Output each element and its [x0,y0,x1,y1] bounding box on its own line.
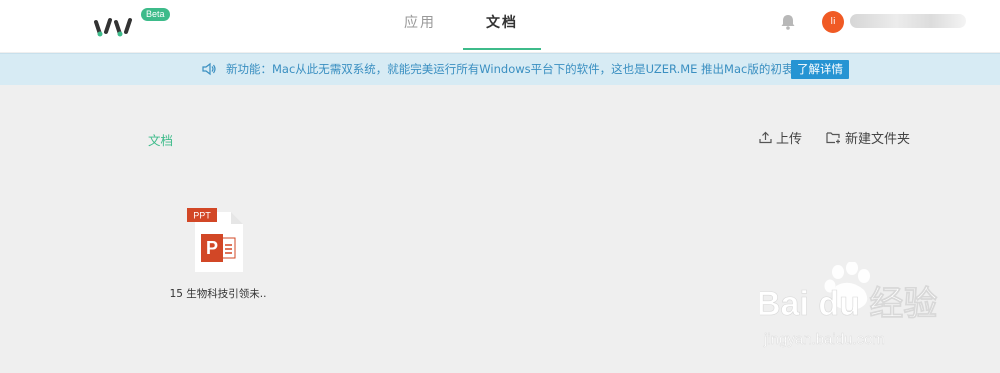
learn-more-button[interactable]: 了解详情 [791,60,849,79]
beta-badge: Beta [141,8,170,21]
file-name: 15 生物科技引领未.. [169,288,267,300]
active-tab-indicator [463,48,541,50]
baidu-jingyan-watermark: Bai du 经验 jingyan.baidu.com [760,262,938,348]
svg-text:P: P [206,238,218,258]
tab-apps[interactable]: 应用 [404,0,436,52]
watermark-url: jingyan.baidu.com [763,331,885,348]
ppt-file-icon: PPT P [187,208,243,272]
upload-icon [759,131,772,144]
new-folder-label: 新建文件夹 [845,132,911,147]
upload-label: 上传 [776,132,803,147]
username-blurred[interactable] [850,14,966,28]
upload-button[interactable]: 上传 [759,128,802,147]
speaker-icon [202,62,216,76]
file-item[interactable]: PPT P 15 生物科技引领未.. [160,204,276,304]
watermark-brand: Bai du 经验 [760,284,937,323]
bell-icon[interactable] [778,12,798,32]
new-folder-button[interactable]: 新建文件夹 [826,128,910,147]
file-type-badge: PPT [193,211,211,221]
tab-documents[interactable]: 文档 [486,0,518,52]
avatar[interactable]: li [822,11,844,33]
top-bar: Beta 应用 文档 li [0,0,1000,52]
announcement-bar: 新功能：Mac从此无需双系统，就能完美运行所有Windows平台下的软件，这也是… [0,53,1000,85]
breadcrumb[interactable]: 文档 [148,130,173,149]
new-folder-icon [826,132,840,144]
announcement-text: 新功能：Mac从此无需双系统，就能完美运行所有Windows平台下的软件，这也是… [226,62,805,76]
